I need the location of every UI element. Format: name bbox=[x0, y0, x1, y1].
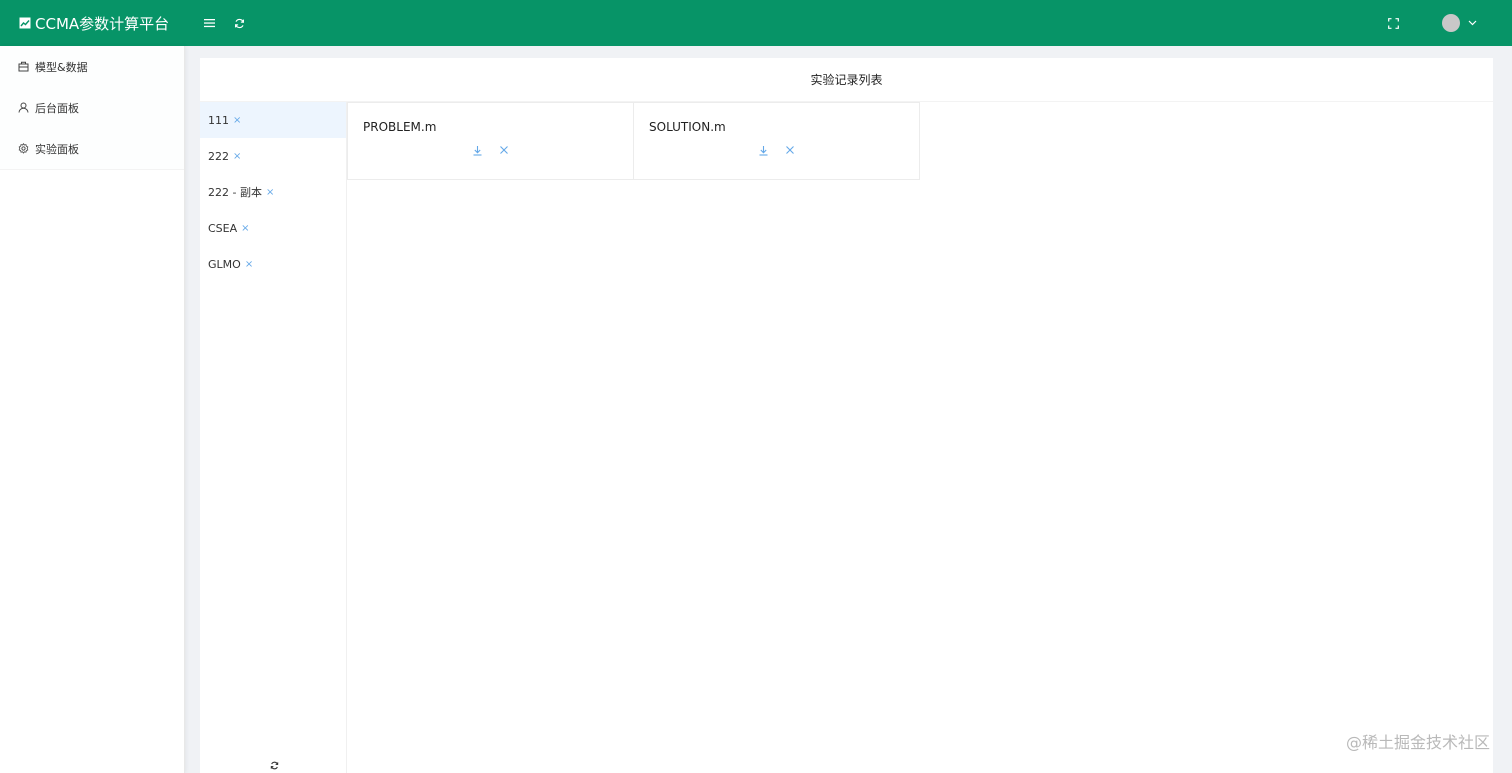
package-icon bbox=[18, 61, 29, 72]
sidebar-item-admin-panel[interactable]: 后台面板 bbox=[0, 87, 184, 128]
menu-toggle-button[interactable] bbox=[194, 8, 224, 38]
sidebar-item-model-data[interactable]: 模型&数据 bbox=[0, 46, 184, 87]
file-grid: PROBLEM.m SOLUTION.m bbox=[347, 102, 920, 180]
sidebar-item-label: 模型&数据 bbox=[35, 60, 88, 74]
main-content: 实验记录列表 111 × 222 × 222 - 副本 × CSEA × GLM… bbox=[200, 58, 1493, 773]
download-icon bbox=[473, 145, 482, 156]
refresh-button[interactable] bbox=[224, 8, 254, 38]
watermark: @稀土掘金技术社区 bbox=[1345, 733, 1490, 752]
sidebar-item-label: 实验面板 bbox=[35, 142, 79, 156]
sidebar-item-experiment-panel[interactable]: 实验面板 bbox=[0, 128, 184, 169]
record-label: CSEA bbox=[208, 221, 238, 235]
remove-record-icon[interactable]: × bbox=[245, 259, 253, 270]
file-actions bbox=[634, 144, 919, 156]
record-label: GLMO bbox=[208, 257, 241, 271]
experiment-record-list: 111 × 222 × 222 - 副本 × CSEA × GLMO × bbox=[200, 102, 347, 773]
delete-file-button[interactable] bbox=[498, 144, 510, 156]
sidebar: 模型&数据 后台面板 实验面板 bbox=[0, 46, 185, 773]
record-label: 222 - 副本 bbox=[208, 186, 262, 199]
refresh-icon bbox=[270, 761, 278, 769]
file-card: SOLUTION.m bbox=[633, 102, 920, 180]
app-title: CCMA参数计算平台 bbox=[35, 14, 170, 33]
download-button[interactable] bbox=[472, 144, 484, 156]
remove-record-icon[interactable]: × bbox=[241, 223, 249, 234]
record-item[interactable]: GLMO × bbox=[200, 246, 346, 282]
menu-toggle-icon bbox=[203, 19, 215, 28]
fullscreen-button[interactable] bbox=[1378, 8, 1408, 38]
record-item[interactable]: 222 - 副本 × bbox=[200, 174, 346, 210]
gear-icon bbox=[18, 143, 29, 154]
refresh-list-button[interactable] bbox=[268, 759, 280, 771]
delete-file-button[interactable] bbox=[784, 144, 796, 156]
file-actions bbox=[348, 144, 633, 156]
sidebar-item-label: 后台面板 bbox=[35, 101, 79, 115]
remove-record-icon[interactable]: × bbox=[266, 187, 274, 198]
download-icon bbox=[759, 145, 768, 156]
top-header: CCMA参数计算平台 bbox=[0, 0, 1512, 46]
download-button[interactable] bbox=[758, 144, 770, 156]
avatar[interactable] bbox=[1442, 14, 1460, 32]
remove-record-icon[interactable]: × bbox=[233, 115, 241, 126]
refresh-icon bbox=[234, 18, 244, 28]
fullscreen-icon bbox=[1387, 17, 1399, 29]
chevron-down-icon bbox=[1468, 20, 1476, 26]
sidebar-menu: 模型&数据 后台面板 实验面板 bbox=[0, 46, 184, 170]
user-menu-dropdown[interactable] bbox=[1460, 8, 1484, 38]
close-icon bbox=[499, 146, 508, 154]
close-icon bbox=[785, 146, 794, 154]
record-item[interactable]: 222 × bbox=[200, 138, 346, 174]
file-card: PROBLEM.m bbox=[347, 102, 634, 180]
record-label: 222 bbox=[208, 149, 229, 163]
header-right-tools bbox=[1378, 0, 1484, 46]
remove-record-icon[interactable]: × bbox=[233, 151, 241, 162]
brand: CCMA参数计算平台 bbox=[0, 13, 194, 34]
file-name: PROBLEM.m bbox=[363, 120, 437, 134]
file-name: SOLUTION.m bbox=[649, 120, 726, 134]
record-item[interactable]: CSEA × bbox=[200, 210, 346, 246]
record-item[interactable]: 111 × bbox=[200, 102, 346, 138]
user-icon bbox=[18, 102, 29, 113]
page-title: 实验记录列表 bbox=[200, 58, 1493, 102]
record-label: 111 bbox=[208, 113, 229, 127]
chart-icon bbox=[19, 17, 31, 29]
